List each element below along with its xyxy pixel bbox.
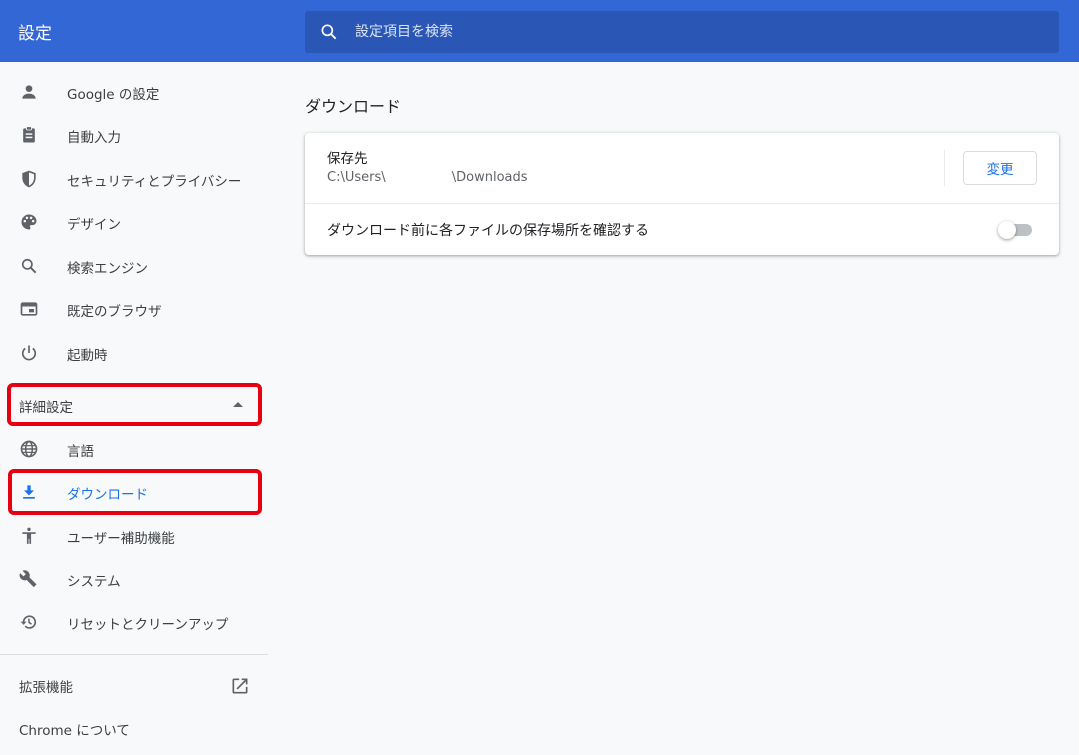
restore-icon	[20, 615, 37, 629]
about-chrome-link[interactable]: Chrome について	[19, 719, 130, 739]
shield-icon	[22, 170, 36, 188]
browser-icon	[20, 302, 38, 316]
sidebar-item-reset[interactable]: リセットとクリーンアップ	[0, 602, 262, 642]
vertical-separator	[944, 150, 945, 186]
sidebar-item-design[interactable]: デザイン	[0, 202, 262, 242]
caret-up-icon	[233, 402, 243, 407]
sidebar-item-autofill[interactable]: 自動入力	[0, 115, 262, 155]
sidebar-item-label: ユーザー補助機能	[67, 531, 175, 547]
sidebar-item-label: Google の設定	[67, 87, 160, 103]
palette-icon	[21, 214, 37, 230]
sidebar: Google の設定 自動入力 セキュリティとプライバシー デザイン 検索エンジ…	[0, 62, 270, 755]
search-icon	[21, 258, 37, 274]
sidebar-item-accessibility[interactable]: ユーザー補助機能	[0, 516, 262, 556]
ask-location-toggle[interactable]	[998, 221, 1034, 239]
sidebar-item-label: ダウンロード	[67, 487, 148, 503]
sidebar-item-label: システム	[67, 574, 121, 590]
sidebar-item-startup[interactable]: 起動時	[0, 333, 262, 373]
sidebar-item-label: セキュリティとプライバシー	[67, 174, 242, 190]
sidebar-item-system[interactable]: システム	[0, 559, 262, 599]
advanced-settings-toggle[interactable]: 詳細設定	[0, 385, 262, 425]
sidebar-item-label: デザイン	[67, 217, 121, 233]
sidebar-item-label: 既定のブラウザ	[67, 304, 162, 320]
row-separator	[305, 203, 1059, 204]
search-icon	[321, 24, 337, 40]
page-title: 設定	[18, 24, 52, 44]
sidebar-item-default-browser[interactable]: 既定のブラウザ	[0, 289, 262, 329]
sidebar-item-security[interactable]: セキュリティとプライバシー	[0, 159, 262, 199]
downloads-card: 保存先 C:\Users\ \Downloads 変更 ダウンロード前に各ファイ…	[305, 133, 1059, 255]
sidebar-item-label: 検索エンジン	[67, 261, 148, 277]
person-icon	[22, 85, 36, 99]
extensions-link[interactable]: 拡張機能	[19, 676, 73, 696]
search-input[interactable]	[355, 11, 1045, 53]
sidebar-item-downloads[interactable]: ダウンロード	[0, 472, 262, 512]
sidebar-item-label: 言語	[67, 444, 94, 460]
clipboard-icon	[23, 126, 35, 143]
toggle-knob	[998, 221, 1016, 239]
section-title: ダウンロード	[305, 97, 402, 116]
sidebar-item-label: リセットとクリーンアップ	[67, 617, 229, 633]
sidebar-divider	[0, 654, 268, 655]
globe-icon	[20, 440, 38, 458]
sidebar-item-search-engine[interactable]: 検索エンジン	[0, 246, 262, 286]
sidebar-item-language[interactable]: 言語	[0, 429, 262, 469]
open-in-new-icon[interactable]	[230, 676, 250, 696]
ask-location-label: ダウンロード前に各ファイルの保存場所を確認する	[327, 223, 649, 239]
sidebar-item-google[interactable]: Google の設定	[0, 72, 262, 112]
header-bar: 設定	[0, 0, 1079, 62]
sidebar-item-label: 自動入力	[67, 130, 121, 146]
location-path: C:\Users\ \Downloads	[327, 170, 528, 185]
download-icon	[23, 485, 35, 499]
search-box[interactable]	[305, 11, 1059, 53]
wrench-icon	[19, 570, 37, 588]
change-location-button[interactable]: 変更	[963, 151, 1037, 185]
power-icon	[21, 345, 37, 361]
sidebar-item-label: 起動時	[67, 348, 108, 364]
location-label: 保存先	[327, 151, 368, 167]
advanced-settings-label: 詳細設定	[19, 400, 73, 416]
accessibility-icon	[22, 527, 36, 544]
